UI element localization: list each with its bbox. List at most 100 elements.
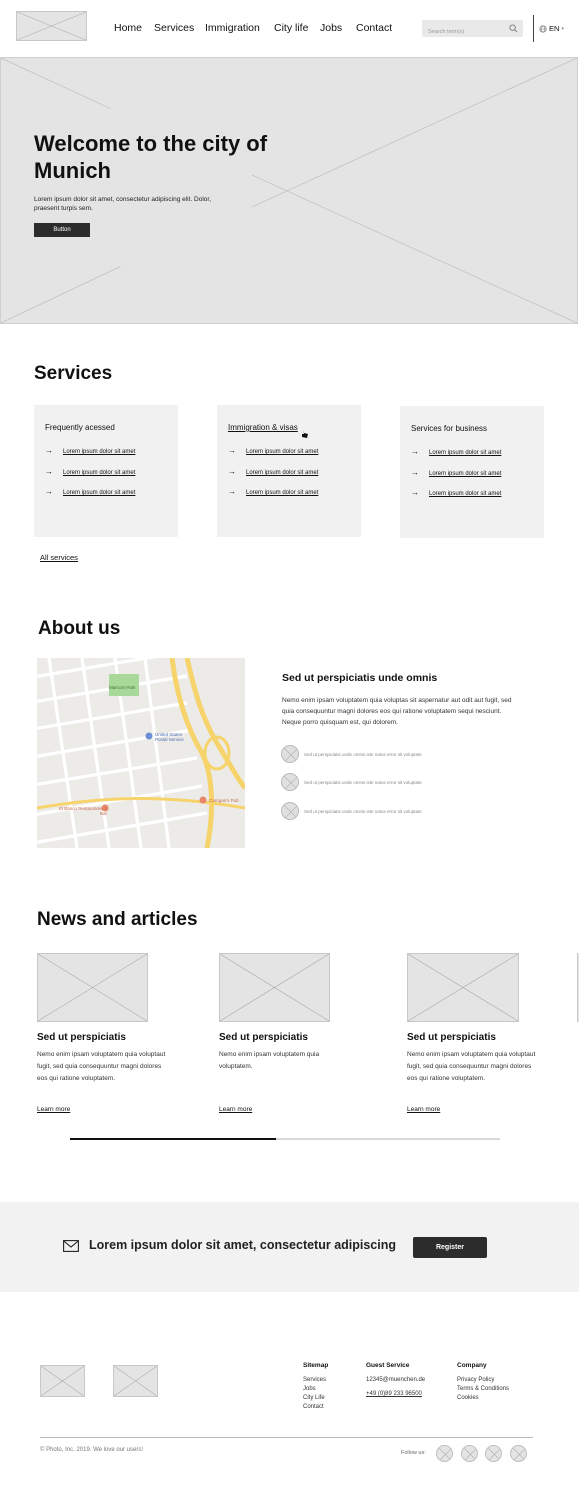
- mail-icon: [63, 1240, 79, 1252]
- card-title: Frequently acessed: [45, 423, 115, 432]
- hero-banner: [0, 57, 578, 324]
- nav-jobs[interactable]: Jobs: [320, 22, 342, 34]
- card-link[interactable]: → Lorem ipsum dolor sit amet: [45, 487, 135, 496]
- footer-sitemap-heading: Sitemap: [303, 1362, 329, 1369]
- service-card-business: Services for business → Lorem ipsum dolor…: [400, 406, 544, 538]
- card-link-label: Lorem ipsum dolor sit amet: [429, 450, 502, 456]
- social-icon[interactable]: [485, 1445, 502, 1462]
- card-link-label: Lorem ipsum dolor sit amet: [246, 490, 319, 496]
- search-box: [422, 20, 523, 41]
- language-selector[interactable]: EN ▾: [539, 24, 564, 33]
- card-link[interactable]: → Lorem ipsum dolor sit amet: [411, 488, 501, 497]
- footer-sitemap-list: Services Jobs City Life Contact: [303, 1376, 326, 1412]
- social-icon[interactable]: [436, 1445, 453, 1462]
- feature-item: Sed ut perspiciatis unde omnis iste natu…: [281, 773, 422, 791]
- search-icon[interactable]: [509, 24, 518, 33]
- footer-logo-placeholder[interactable]: [113, 1365, 158, 1397]
- card-link[interactable]: → Lorem ipsum dolor sit amet: [228, 467, 318, 476]
- footer-divider: [40, 1437, 533, 1438]
- nav-home[interactable]: Home: [114, 22, 142, 34]
- card-link-label: Lorem ipsum dolor sit amet: [246, 470, 319, 476]
- news-title: Sed ut perspiciatis: [219, 1032, 308, 1043]
- arrow-right-icon: →: [228, 446, 236, 455]
- feature-text: Sed ut perspiciatis unde omnis iste natu…: [304, 751, 422, 757]
- hero-button[interactable]: Button: [34, 223, 90, 237]
- arrow-right-icon: →: [228, 487, 236, 496]
- register-button[interactable]: Register: [413, 1237, 487, 1258]
- nav-services[interactable]: Services: [154, 22, 194, 34]
- map-label-store: Carrigan's Pub: [209, 798, 239, 803]
- footer-link-terms[interactable]: Terms & Conditions: [457, 1385, 509, 1394]
- map[interactable]: Marconi Park United States Postal Servic…: [37, 658, 245, 848]
- chevron-down-icon: ▾: [561, 25, 564, 32]
- arrow-right-icon: →: [45, 487, 53, 496]
- learn-more-link[interactable]: Learn more: [37, 1106, 70, 1113]
- footer-link-cookies[interactable]: Cookies: [457, 1394, 509, 1403]
- card-link[interactable]: → Lorem ipsum dolor sit amet: [228, 487, 318, 496]
- services-heading: Services: [34, 363, 113, 384]
- learn-more-link[interactable]: Learn more: [407, 1106, 440, 1113]
- card-link[interactable]: → Lorem ipsum dolor sit amet: [45, 467, 135, 476]
- hero-text: Lorem ipsum dolor sit amet, consectetur …: [34, 196, 212, 212]
- nav-immigration[interactable]: Immigration: [205, 22, 260, 34]
- about-title: Sed ut perspiciatis unde omnis: [282, 672, 438, 684]
- service-card-immigration: Immigration & visas → Lorem ipsum dolor s…: [217, 405, 361, 537]
- cursor-icon: [302, 429, 308, 438]
- footer-link-jobs[interactable]: Jobs: [303, 1385, 326, 1394]
- news-image[interactable]: [407, 953, 519, 1022]
- card-title-link[interactable]: Immigration & visas: [228, 423, 298, 432]
- search-input[interactable]: [422, 23, 502, 41]
- language-label: EN: [549, 24, 560, 33]
- news-text: Nemo enim ipsam voluptatem quia voluptau…: [407, 1051, 536, 1082]
- footer-link-services[interactable]: Services: [303, 1376, 326, 1385]
- news-image[interactable]: [219, 953, 330, 1022]
- footer-company-list: Privacy Policy Terms & Conditions Cookie…: [457, 1376, 509, 1403]
- news-title: Sed ut perspiciatis: [37, 1032, 126, 1043]
- card-link[interactable]: → Lorem ipsum dolor sit amet: [45, 446, 135, 455]
- learn-more-link[interactable]: Learn more: [219, 1106, 252, 1113]
- card-link[interactable]: → Lorem ipsum dolor sit amet: [411, 447, 501, 456]
- feature-icon: [281, 745, 299, 763]
- footer-link-city-life[interactable]: City Life: [303, 1394, 326, 1403]
- news-image[interactable]: [37, 953, 148, 1022]
- carousel-scrollbar-thumb[interactable]: [70, 1138, 277, 1140]
- feature-text: Sed ut perspiciatis unde omnis iste natu…: [304, 779, 422, 785]
- header-divider: [533, 15, 534, 42]
- card-link-label: Lorem ipsum dolor sit amet: [429, 471, 502, 477]
- feature-item: Sed ut perspiciatis unde omnis iste natu…: [281, 745, 422, 763]
- nav-contact[interactable]: Contact: [356, 22, 392, 34]
- social-icon[interactable]: [510, 1445, 527, 1462]
- news-text: Nemo enim ipsam voluptatem quia voluptau…: [37, 1051, 166, 1082]
- arrow-right-icon: →: [45, 446, 53, 455]
- hero-title: Welcome to the city of Munich: [34, 131, 268, 183]
- footer-link-privacy[interactable]: Privacy Policy: [457, 1376, 509, 1385]
- logo-placeholder[interactable]: [16, 11, 87, 41]
- arrow-right-icon: →: [411, 468, 419, 477]
- arrow-right-icon: →: [45, 467, 53, 476]
- news-text: Nemo enim ipsam voluptatem quia voluptat…: [219, 1051, 320, 1070]
- feature-icon: [281, 802, 299, 820]
- footer-link-contact[interactable]: Contact: [303, 1403, 326, 1412]
- news-title: Sed ut perspiciatis: [407, 1032, 496, 1043]
- follow-us-label: Follow us:: [401, 1450, 426, 1456]
- footer-email[interactable]: 12345@muenchen.de: [366, 1376, 425, 1385]
- card-link[interactable]: → Lorem ipsum dolor sit amet: [411, 468, 501, 477]
- footer-phone[interactable]: +49 (0)89 233 96500: [366, 1390, 422, 1399]
- card-link-label: Lorem ipsum dolor sit amet: [63, 449, 136, 455]
- carousel-scrollbar[interactable]: [70, 1138, 500, 1140]
- all-services-link[interactable]: All services: [40, 553, 78, 562]
- globe-icon: [539, 24, 547, 33]
- about-heading: About us: [38, 618, 121, 639]
- nav-city-life[interactable]: City life: [274, 22, 308, 34]
- news-heading: News and articles: [37, 909, 198, 930]
- footer-logo-placeholder[interactable]: [40, 1365, 85, 1397]
- copyright: © Photo, Inc. 2019. We love our users!: [40, 1447, 144, 1453]
- feature-icon: [281, 773, 299, 791]
- card-link[interactable]: → Lorem ipsum dolor sit amet: [228, 446, 318, 455]
- footer-company-heading: Company: [457, 1362, 487, 1369]
- arrow-right-icon: →: [411, 447, 419, 456]
- arrow-right-icon: →: [228, 467, 236, 476]
- social-icon[interactable]: [461, 1445, 478, 1462]
- map-label-restaurant: El Banco Restaurante Y Bar: [59, 806, 107, 816]
- about-text: Nemo enim ipsam voluptatem quia voluptas…: [282, 697, 512, 726]
